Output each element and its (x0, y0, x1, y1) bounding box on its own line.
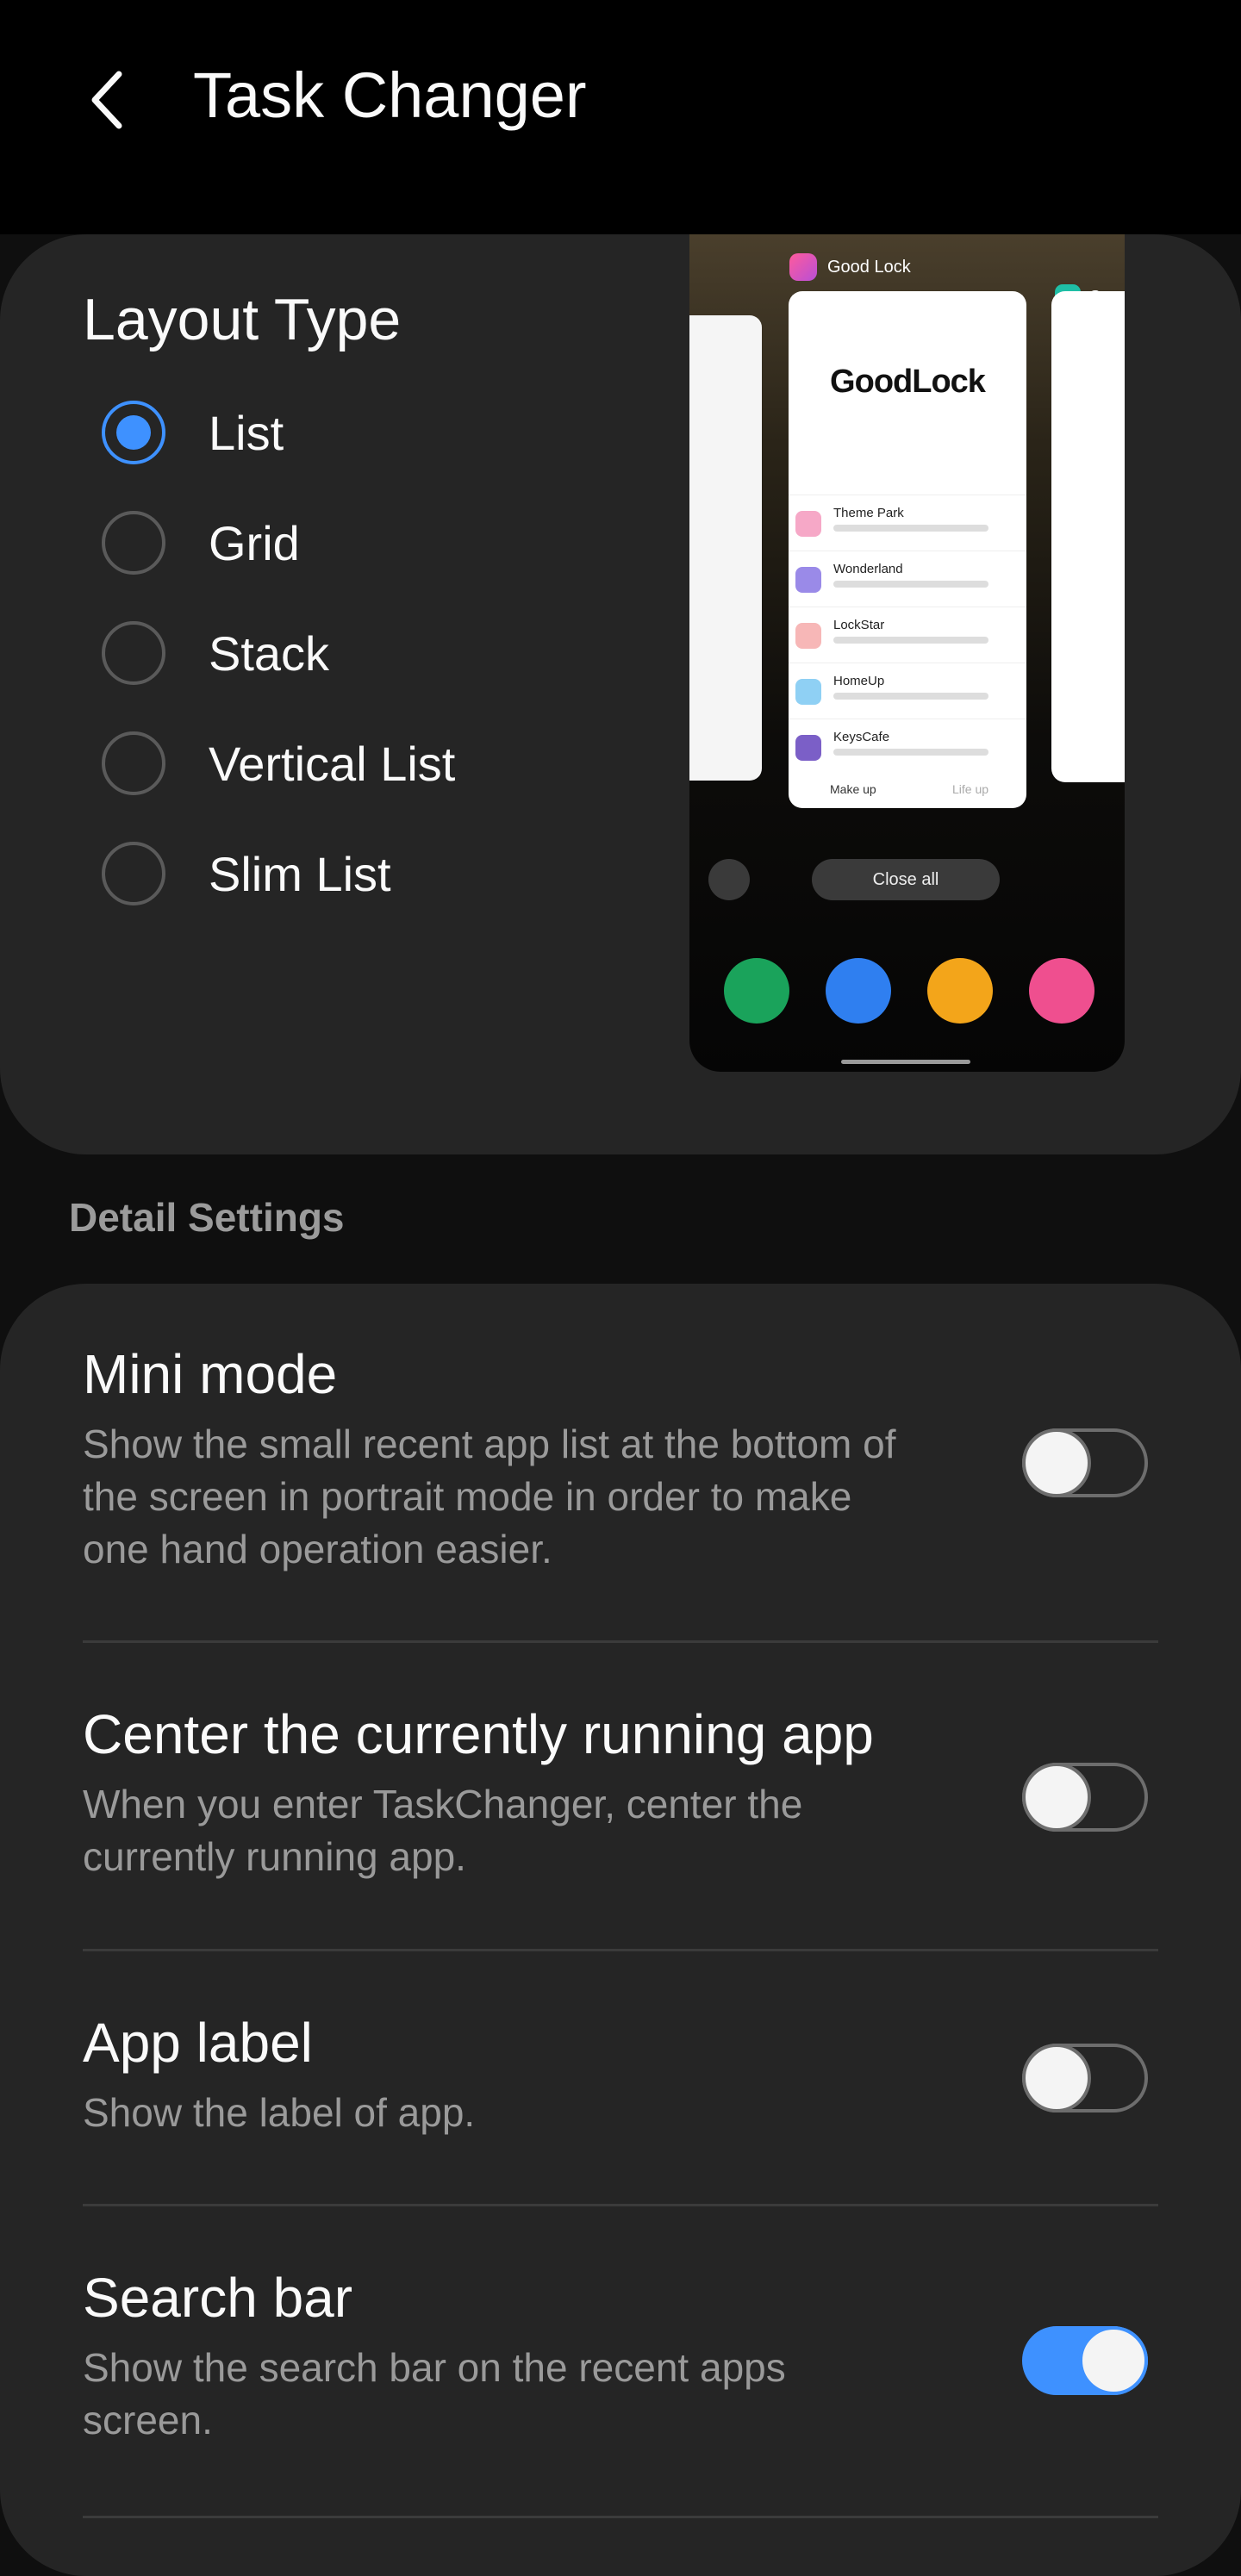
app-bar: Task Changer (0, 0, 1241, 234)
list-item-title: Wonderland (833, 562, 903, 576)
setting-title: Search bar (83, 2267, 353, 2329)
layout-option-label: Grid (209, 515, 300, 570)
files-icon (927, 958, 993, 1024)
list-item: Theme Park (789, 495, 1026, 551)
preview-card-calendar (689, 315, 762, 781)
list-item: LockStar (789, 607, 1026, 663)
preview-app-header: Good Lock (789, 253, 911, 281)
detail-settings-card: Mini mode Show the small recent app list… (0, 1284, 1241, 2576)
preview-bottom-tabs: Make up Life up (789, 770, 1026, 808)
good-lock-wordmark: GoodLock (830, 364, 986, 400)
radio-button[interactable] (102, 511, 165, 575)
layout-option-label: Vertical List (209, 736, 456, 791)
divider (83, 2516, 1158, 2518)
setting-title: Mini mode (83, 1343, 338, 1405)
layout-option-slim-list[interactable]: Slim List (102, 837, 391, 910)
setting-title: Center the currently running app (83, 1703, 874, 1765)
preview-app-name: Good Lock (827, 257, 911, 277)
list-item-title: HomeUp (833, 674, 885, 688)
layout-preview-image: Good Lock Sams GoodLock Theme Park Wonde… (689, 234, 1125, 1072)
center-running-app-toggle[interactable] (1022, 1763, 1148, 1832)
setting-title: App label (83, 2012, 313, 2074)
toggle-knob (1022, 1763, 1091, 1832)
preview-app-list: Theme Park Wonderland LockStar HomeUp Ke… (789, 495, 1026, 775)
layout-option-grid[interactable]: Grid (102, 507, 300, 579)
mini-mode-toggle[interactable] (1022, 1428, 1148, 1497)
layout-type-card: Layout Type List Grid Stack Vertical Lis… (0, 234, 1241, 1154)
radio-button[interactable] (102, 731, 165, 795)
apps-grid-icon (708, 859, 750, 900)
layout-type-title: Layout Type (83, 287, 402, 352)
good-lock-icon (789, 253, 817, 281)
good-lock-icon (1029, 958, 1094, 1024)
list-item-title: Theme Park (833, 506, 904, 520)
setting-mini-mode[interactable]: Mini mode Show the small recent app list… (83, 1342, 1157, 1576)
theme-park-icon (795, 511, 821, 537)
messages-icon (826, 958, 891, 1024)
setting-app-label[interactable]: App label Show the label of app. (83, 2011, 1157, 2139)
list-item: HomeUp (789, 663, 1026, 719)
toggle-knob (1022, 1428, 1091, 1497)
preview-card-samsung-health (1051, 291, 1125, 782)
layout-option-stack[interactable]: Stack (102, 617, 329, 689)
list-item-title: KeysCafe (833, 730, 890, 744)
divider (83, 2204, 1158, 2206)
layout-option-list[interactable]: List (102, 396, 284, 469)
phone-icon (724, 958, 789, 1024)
section-label: Detail Settings (69, 1195, 345, 1240)
divider (83, 1640, 1158, 1643)
setting-description: When you enter TaskChanger, center the c… (83, 1782, 803, 1879)
layout-option-label: List (209, 405, 284, 460)
setting-description: Show the label of app. (83, 2090, 476, 2135)
setting-description: Show the search bar on the recent apps s… (83, 2345, 786, 2442)
preview-tab-make-up: Make up (830, 782, 876, 796)
setting-search-bar[interactable]: Search bar Show the search bar on the re… (83, 2266, 1157, 2447)
close-all-button: Close all (812, 859, 1000, 900)
radio-button[interactable] (102, 621, 165, 685)
home-indicator (841, 1060, 970, 1064)
homeup-icon (795, 679, 821, 705)
page-title: Task Changer (193, 59, 587, 131)
preview-card-good-lock: GoodLock Theme Park Wonderland LockStar … (789, 291, 1026, 808)
list-item: KeysCafe (789, 719, 1026, 775)
radio-button-selected[interactable] (102, 401, 165, 464)
layout-option-label: Slim List (209, 846, 391, 901)
layout-option-label: Stack (209, 625, 330, 681)
list-item-title: LockStar (833, 618, 885, 632)
preview-tab-life-up: Life up (952, 782, 989, 796)
setting-center-running-app[interactable]: Center the currently running app When yo… (83, 1702, 1157, 1883)
list-item: Wonderland (789, 551, 1026, 607)
back-arrow-icon[interactable] (83, 65, 134, 134)
toggle-knob (1079, 2326, 1148, 2395)
wonderland-icon (795, 567, 821, 593)
setting-description: Show the small recent app list at the bo… (83, 1422, 896, 1571)
lockstar-icon (795, 623, 821, 649)
keyscafe-icon (795, 735, 821, 761)
divider (83, 1949, 1158, 1951)
layout-option-vertical-list[interactable]: Vertical List (102, 727, 455, 800)
search-bar-toggle[interactable] (1022, 2326, 1148, 2395)
toggle-knob (1022, 2044, 1091, 2112)
radio-button[interactable] (102, 842, 165, 905)
app-label-toggle[interactable] (1022, 2044, 1148, 2112)
